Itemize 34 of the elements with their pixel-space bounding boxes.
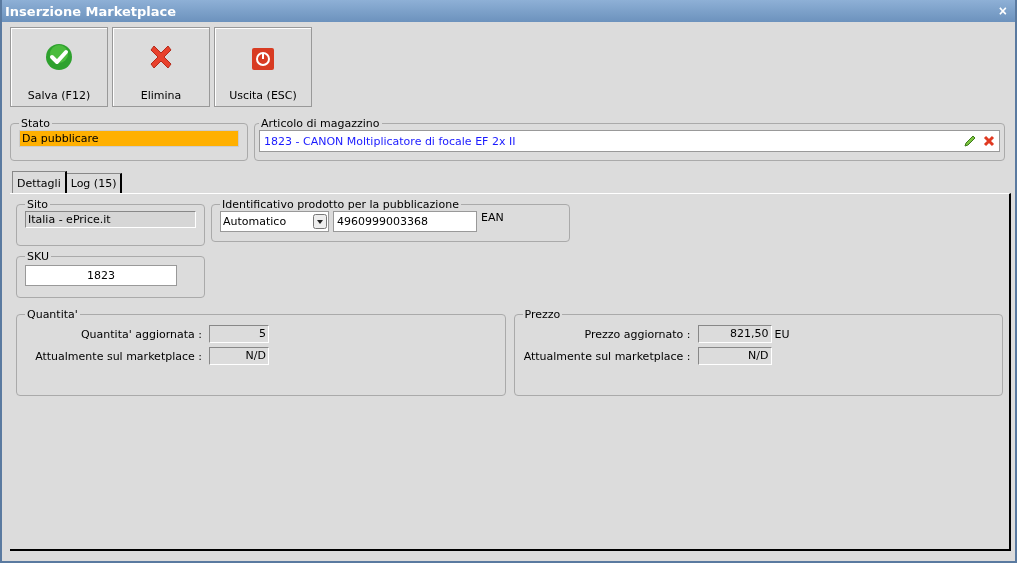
field-label: Prezzo aggiornato : xyxy=(583,327,692,341)
exit-button[interactable]: Uscita (ESC) xyxy=(214,27,312,107)
sku-field[interactable]: 1823 xyxy=(25,265,177,286)
delete-button[interactable]: Elimina xyxy=(112,27,210,107)
check-icon xyxy=(45,43,73,71)
group-title: Stato xyxy=(20,117,52,130)
code-field[interactable]: 4960999003368 xyxy=(333,211,477,232)
group-title: Sito xyxy=(26,198,50,211)
save-button[interactable]: Salva (F12) xyxy=(10,27,108,107)
field-label: Quantita' aggiornata : xyxy=(79,327,203,341)
power-icon xyxy=(251,47,275,71)
status-field: Da pubblicare xyxy=(19,130,239,147)
group-title: Prezzo xyxy=(523,308,562,321)
value-field: N/D xyxy=(209,347,269,365)
window-title: Inserzione Marketplace xyxy=(5,3,177,19)
group-title: Articolo di magazzino xyxy=(260,117,381,130)
pencil-icon[interactable] xyxy=(963,134,977,148)
code-type-label: EAN xyxy=(481,211,504,224)
field-label: Attualmente sul marketplace : xyxy=(34,349,203,363)
id-type-dropdown[interactable]: Automatico xyxy=(220,211,329,232)
field-label: Attualmente sul marketplace : xyxy=(522,349,692,363)
site-field: Italia - ePrice.it xyxy=(25,211,196,228)
article-field[interactable]: 1823 - CANON Moltiplicatore di focale EF 2x II xyxy=(259,130,1000,152)
tab[interactable]: Log (15) xyxy=(66,173,123,193)
group-title: Identificativo prodotto per la pubblicazione xyxy=(221,198,460,211)
unit-label: EU xyxy=(773,327,790,341)
group-title: Quantita' xyxy=(26,308,79,321)
value-field: N/D xyxy=(697,347,772,365)
value-field: 821,50 xyxy=(697,325,772,343)
tab[interactable]: Dettagli xyxy=(12,171,67,193)
article-link[interactable]: 1823 - CANON Moltiplicatore di focale EF 2x II xyxy=(264,134,957,148)
cross-icon[interactable] xyxy=(983,135,995,147)
value-field: 5 xyxy=(209,325,269,343)
group-title: SKU xyxy=(26,250,50,263)
